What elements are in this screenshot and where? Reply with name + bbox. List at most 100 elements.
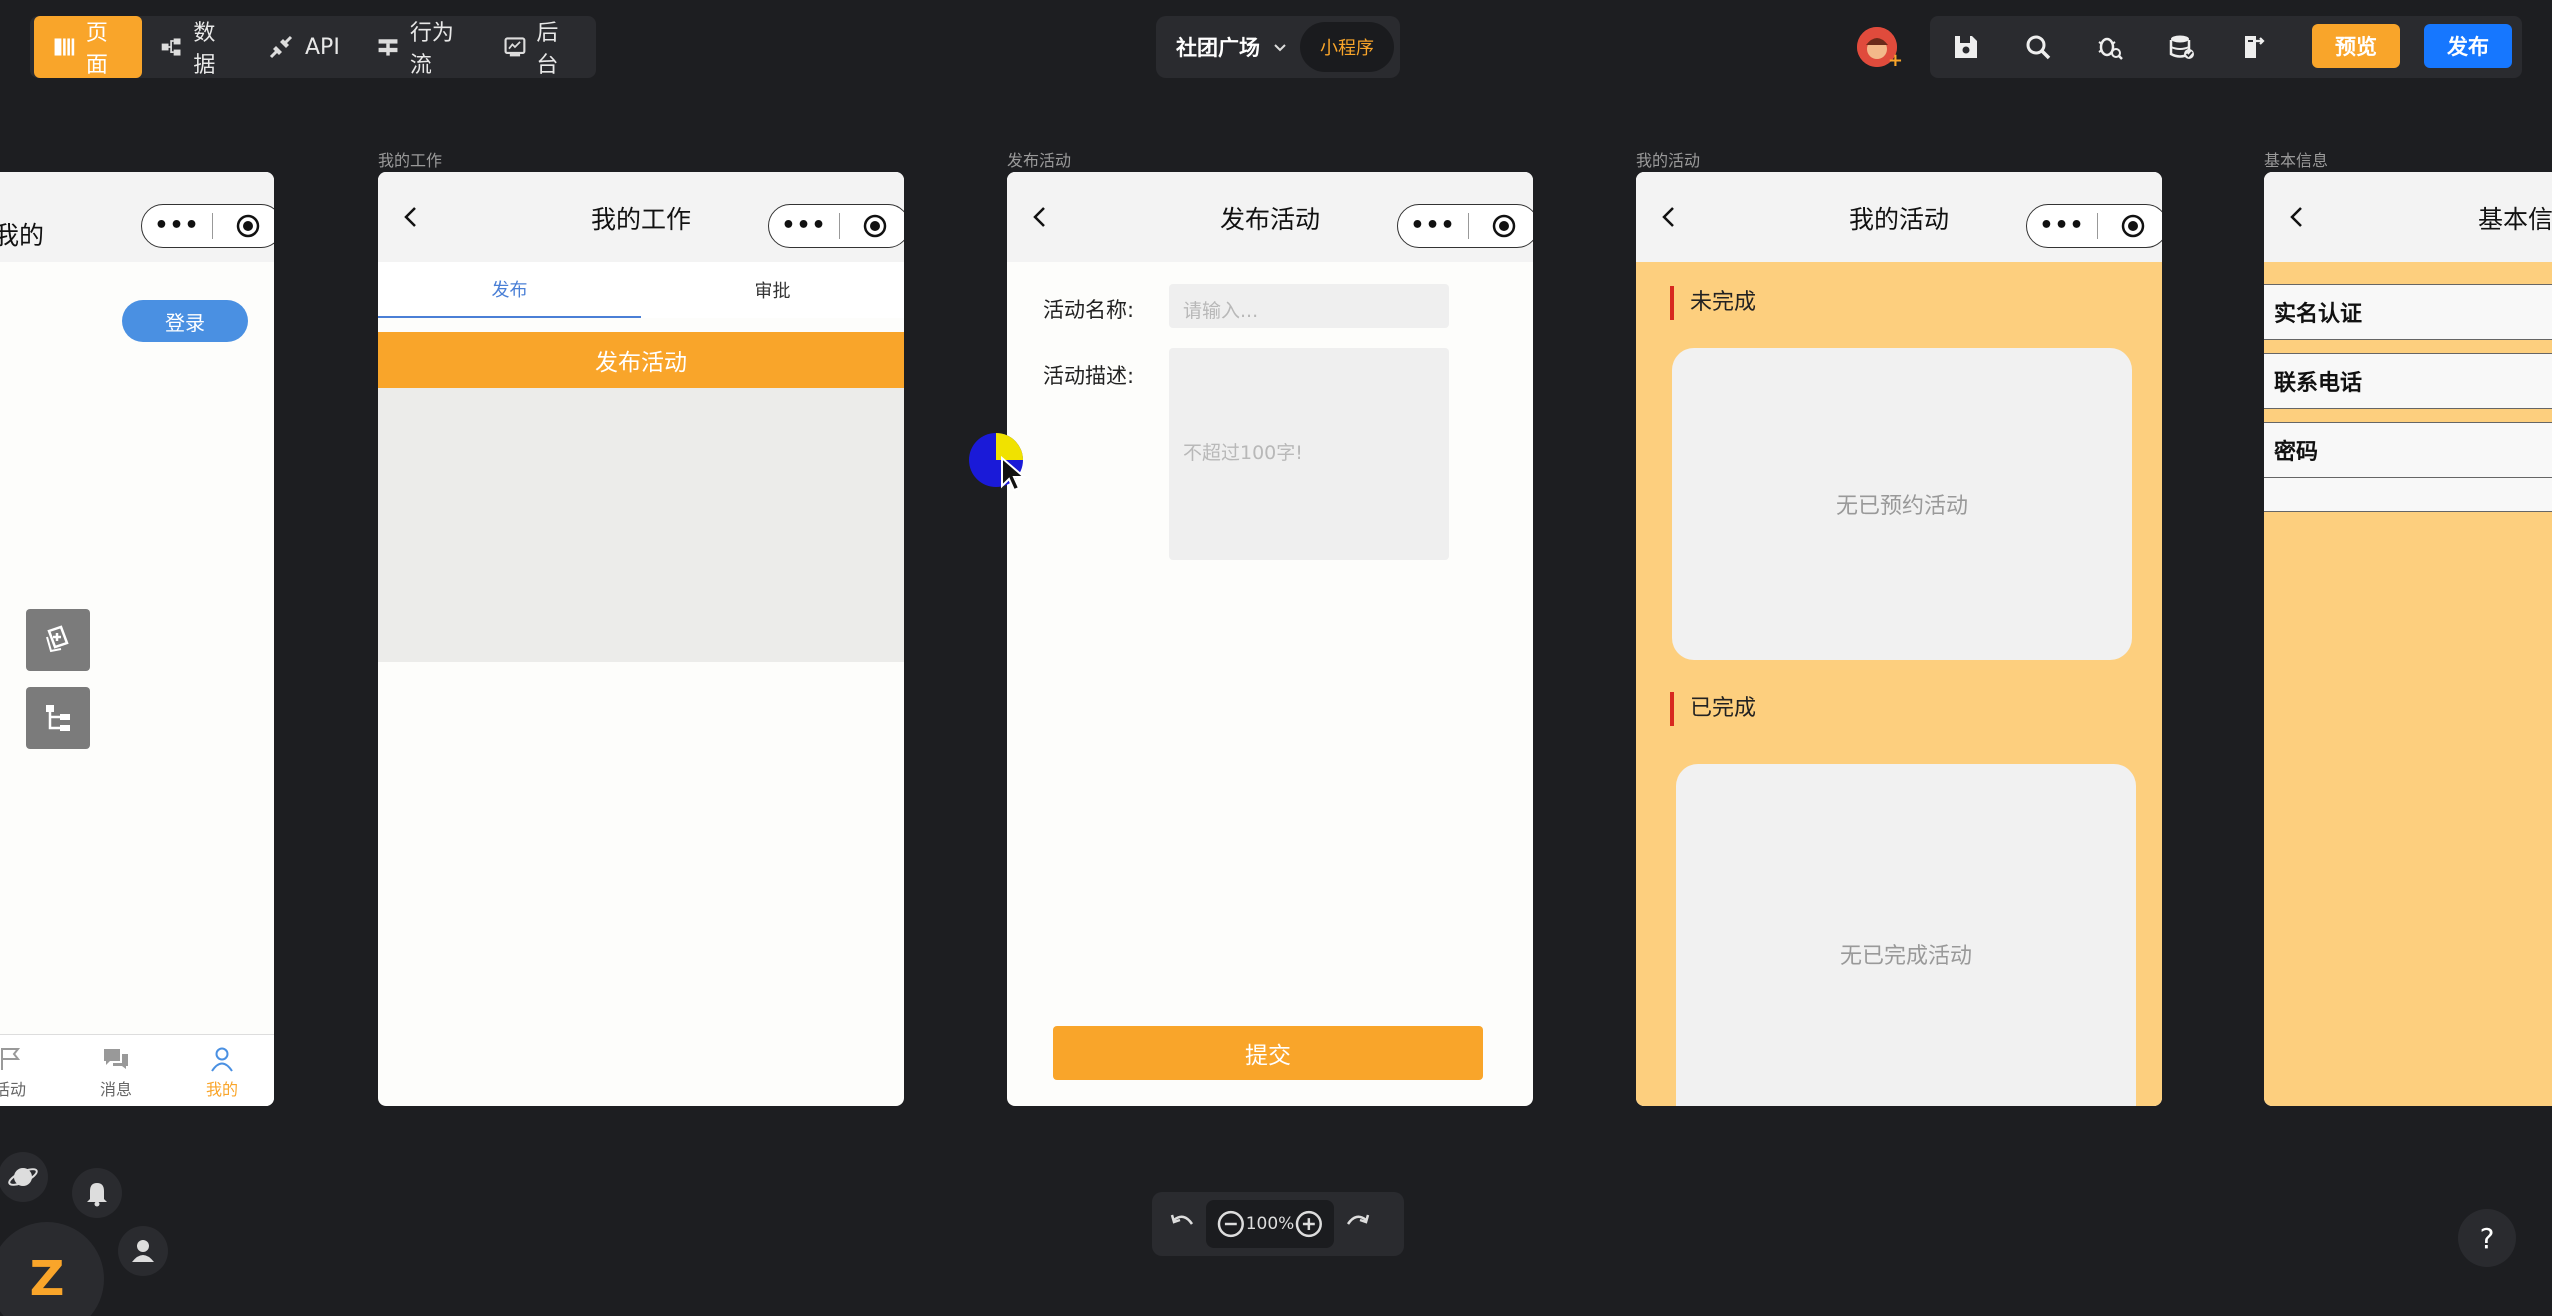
capsule-menu[interactable]: ••• xyxy=(1397,204,1533,248)
nav-api-label: API xyxy=(305,34,340,60)
nav-data-label: 数据 xyxy=(193,21,216,78)
flag-icon xyxy=(1,1048,21,1070)
more-icon: ••• xyxy=(1410,213,1456,238)
activity-background: 未完成 无已预约活动 已完成 无已完成活动 xyxy=(1636,262,2162,1106)
tab-mine[interactable]: 我的 xyxy=(192,1046,252,1100)
nav-flow-label: 行为流 xyxy=(409,21,454,78)
back-icon[interactable] xyxy=(2282,202,2312,232)
activity-name-label: 活动名称: xyxy=(1043,298,1135,322)
frame-label-publish: 发布活动 xyxy=(1007,151,1072,170)
add-component-icon xyxy=(46,625,69,653)
info-row-password[interactable]: 密码 xyxy=(2264,422,2552,478)
nav-admin-label: 后台 xyxy=(536,21,559,78)
nav-admin[interactable]: 后台 xyxy=(485,16,593,78)
undo-icon[interactable] xyxy=(1164,1206,1200,1242)
activity-desc-textarea[interactable]: 不超过100字! xyxy=(1169,348,1449,560)
user-icon xyxy=(132,1240,154,1262)
more-icon: ••• xyxy=(2039,213,2085,238)
close-capsule-icon xyxy=(2121,214,2144,238)
tab-messages-label: 消息 xyxy=(99,1080,132,1099)
flow-icon xyxy=(378,39,398,56)
zoom-control: 100% xyxy=(1152,1192,1404,1256)
tab-approve[interactable]: 审批 xyxy=(641,262,904,318)
planet-icon xyxy=(8,1168,38,1186)
chat-icon xyxy=(104,1049,128,1069)
nav-page[interactable]: 页面 xyxy=(34,16,142,78)
redo-icon[interactable] xyxy=(1340,1206,1376,1242)
save-icon xyxy=(1955,36,1977,58)
tree-icon xyxy=(46,705,70,731)
tab-messages[interactable]: 消息 xyxy=(86,1046,146,1100)
zoom-level: 100% xyxy=(1245,1214,1295,1234)
database-check-icon xyxy=(2169,35,2194,59)
user-icon xyxy=(211,1047,233,1072)
zoom-in-icon[interactable] xyxy=(1294,1209,1324,1239)
submit-button[interactable]: 提交 xyxy=(1053,1026,1483,1080)
top-nav: 页面 数据 API 行为流 后台 xyxy=(30,16,596,78)
save-button[interactable] xyxy=(1930,16,2002,78)
search-button[interactable] xyxy=(2002,16,2074,78)
right-toolbar: 预览 发布 xyxy=(1930,16,2522,78)
section-unfinished-title: 未完成 xyxy=(1670,286,1756,320)
zoom-out-icon[interactable] xyxy=(1216,1209,1246,1239)
frame-publish-header: 发布活动 ••• xyxy=(1007,172,1533,262)
data-icon xyxy=(161,38,180,56)
empty-finished-card: 无已完成活动 xyxy=(1676,764,2136,1106)
tab-publish[interactable]: 发布 xyxy=(378,262,641,318)
frame-my-activity[interactable]: 我的活动 ••• 未完成 无已预约活动 已完成 无已完成活动 xyxy=(1636,172,2162,1106)
help-button[interactable]: ? xyxy=(2458,1209,2516,1267)
capsule-menu[interactable]: ••• xyxy=(768,204,904,248)
segment-tabs: 发布 审批 xyxy=(378,262,904,318)
cursor-icon xyxy=(969,433,1027,492)
section-finished-title: 已完成 xyxy=(1670,692,1756,726)
planet-button[interactable] xyxy=(0,1152,48,1202)
search-icon xyxy=(2026,35,2051,60)
add-component-button[interactable] xyxy=(26,609,90,671)
export-button[interactable] xyxy=(2218,16,2290,78)
page-icon xyxy=(54,38,75,56)
frame-publish-activity[interactable]: 发布活动 ••• 活动名称: 请输入... 活动描述: 不超过100字! 提交 xyxy=(1007,172,1533,1106)
frame-basic-info[interactable]: 基本信 实名认证 联系电话 密码 xyxy=(2264,172,2552,1106)
close-capsule-icon xyxy=(236,214,259,238)
frame-label-work: 我的工作 xyxy=(378,151,443,170)
project-name: 社团广场 xyxy=(1176,36,1260,60)
activity-name-input[interactable]: 请输入... xyxy=(1169,284,1449,328)
frame-label-basic-info: 基本信息 xyxy=(2264,151,2329,170)
miniprogram-badge[interactable]: 小程序 xyxy=(1300,22,1394,72)
frame-my-work[interactable]: 我的工作 ••• 发布 审批 发布活动 xyxy=(378,172,904,1106)
more-icon: ••• xyxy=(154,213,200,238)
info-row-phone[interactable]: 联系电话 xyxy=(2264,353,2552,409)
login-button[interactable]: 登录 xyxy=(122,300,248,342)
database-button[interactable] xyxy=(2146,16,2218,78)
publish-button[interactable]: 发布 xyxy=(2424,24,2512,68)
tab-activity[interactable]: 活动 xyxy=(0,1046,40,1100)
admin-icon xyxy=(503,37,525,57)
frame-mine-title: 我的 xyxy=(0,221,45,250)
avatar[interactable]: + xyxy=(1857,27,1903,71)
tabbar: 活动 消息 我的 xyxy=(0,1034,274,1106)
project-switcher[interactable]: 社团广场 小程序 xyxy=(1156,16,1400,78)
bell-icon xyxy=(87,1183,107,1207)
work-list-area xyxy=(378,388,904,662)
tab-activity-label: 活动 xyxy=(0,1080,26,1099)
logo[interactable]: Z xyxy=(0,1222,104,1316)
nav-api[interactable]: API xyxy=(249,16,358,78)
debug-button[interactable] xyxy=(2074,16,2146,78)
layer-tree-button[interactable] xyxy=(26,687,90,749)
notifications-button[interactable] xyxy=(72,1168,122,1218)
preview-button[interactable]: 预览 xyxy=(2312,24,2400,68)
close-capsule-icon xyxy=(863,214,886,238)
frame-label-my-activity: 我的活动 xyxy=(1636,151,1701,170)
publish-activity-button[interactable]: 发布活动 xyxy=(378,332,904,388)
capsule-menu[interactable]: ••• xyxy=(141,204,274,248)
frame-info-header: 基本信 xyxy=(2264,172,2552,262)
activity-desc-label: 活动描述: xyxy=(1043,364,1135,388)
capsule-menu[interactable]: ••• xyxy=(2026,204,2162,248)
bug-search-icon xyxy=(2098,37,2123,60)
frame-mine[interactable]: 我的 ••• 登录 活动 消息 我的 xyxy=(0,172,274,1106)
nav-data[interactable]: 数据 xyxy=(142,16,250,78)
account-button[interactable] xyxy=(118,1226,168,1276)
info-row-realname[interactable]: 实名认证 xyxy=(2264,284,2552,340)
frame-work-header: 我的工作 ••• xyxy=(378,172,904,262)
nav-flow[interactable]: 行为流 xyxy=(358,16,485,78)
